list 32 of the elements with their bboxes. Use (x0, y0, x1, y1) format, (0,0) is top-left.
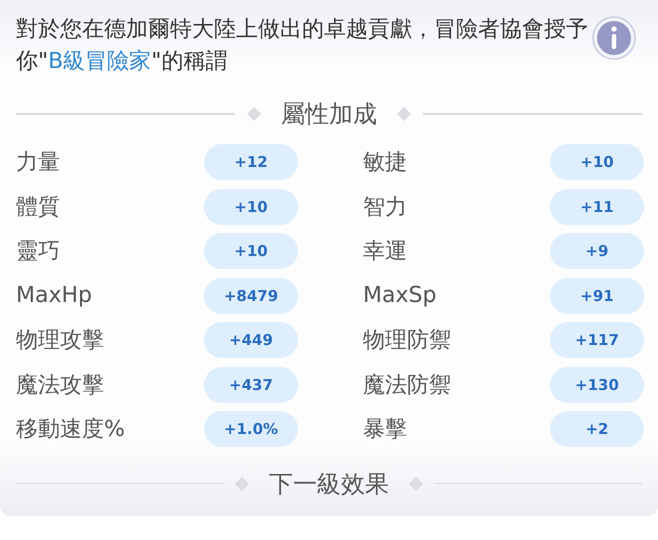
stat-label: MaxSp (363, 283, 436, 308)
stat-label: 幸運 (363, 238, 407, 266)
stat-label: 力量 (16, 149, 60, 178)
stat-value: +9 (550, 233, 644, 270)
stat-label: 靈巧 (16, 238, 60, 266)
stat-value: +2 (550, 411, 644, 448)
info-icon[interactable] (592, 16, 636, 60)
stat-value: +117 (550, 322, 644, 358)
stat-label: 物理防禦 (363, 327, 451, 356)
stat-value: +10 (550, 144, 644, 180)
stat-label: 物理攻擊 (16, 327, 104, 356)
stat-label: 移動速度% (16, 416, 125, 444)
stat-value: +130 (550, 366, 644, 403)
stat-value: +12 (204, 144, 298, 180)
title-message: 對於您在德加爾特大陸上做出的卓越貢獻，冒險者協會授予你"B級冒險家"的稱謂 (16, 16, 589, 76)
stat-label: 敏捷 (363, 149, 407, 178)
stat-value: +1.0% (204, 411, 298, 448)
stat-label: 智力 (363, 194, 407, 222)
section-title: 下一級效果 (268, 468, 390, 500)
stat-value: +437 (204, 366, 298, 403)
stat-label: 魔法防禦 (363, 372, 451, 400)
stat-value: +8479 (204, 278, 298, 314)
stat-label: 暴擊 (363, 416, 407, 444)
stat-label: MaxHp (16, 283, 92, 308)
stat-value: +91 (550, 278, 644, 314)
stat-value: +10 (204, 188, 298, 225)
stat-label: 體質 (16, 194, 60, 222)
stat-label: 魔法攻擊 (16, 372, 104, 400)
stat-value: +10 (204, 233, 298, 270)
section-title: 屬性加成 (280, 99, 378, 130)
stat-value: +11 (550, 188, 644, 225)
stat-value: +449 (204, 322, 298, 358)
